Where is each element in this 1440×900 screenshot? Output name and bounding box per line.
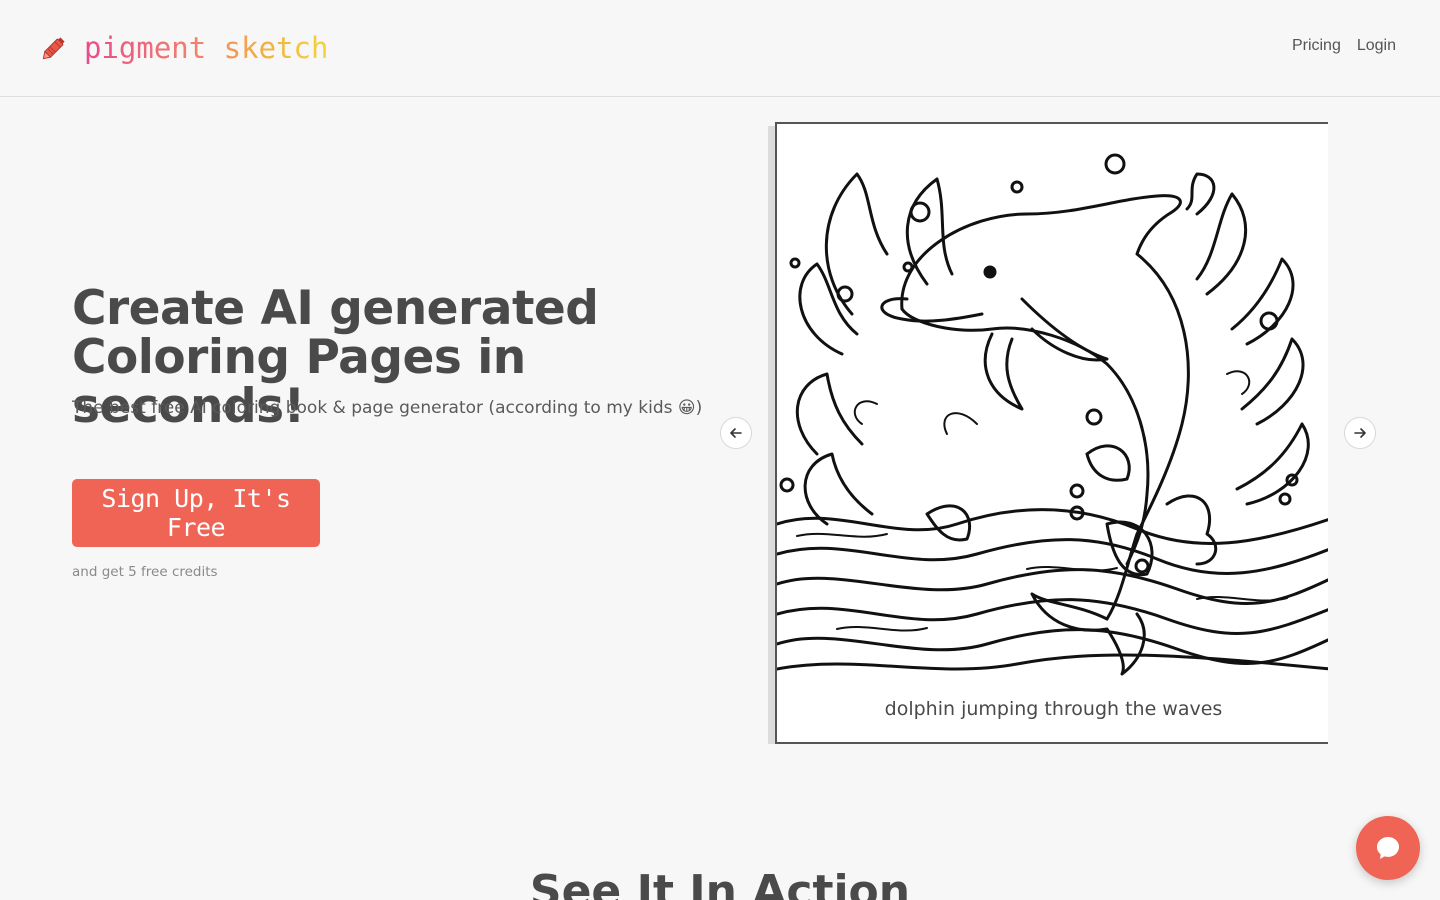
hero-title-line2: Coloring Pages in seconds! — [72, 330, 526, 434]
logo-link[interactable]: pigment sketch — [38, 28, 328, 68]
top-nav: Pricing Login — [1292, 37, 1396, 55]
chat-bubble-icon — [1377, 837, 1399, 859]
arrow-left-icon — [730, 428, 742, 438]
nav-pricing-link[interactable]: Pricing — [1292, 37, 1341, 55]
hero-subtitle: The best free AI coloring book & page ge… — [72, 398, 703, 418]
nav-login-link[interactable]: Login — [1357, 37, 1396, 55]
coloring-page-image — [777, 124, 1328, 680]
section-title: See It In Action — [529, 866, 911, 900]
carousel-next-button[interactable] — [1344, 417, 1376, 449]
hero-title-line1: Create AI generated — [72, 281, 599, 336]
carousel-prev-button[interactable] — [720, 417, 752, 449]
coloring-page-card: dolphin jumping through the waves — [775, 122, 1328, 744]
signup-button[interactable]: Sign Up, It's Free — [72, 479, 320, 547]
site-header: pigment sketch Pricing Login — [0, 0, 1440, 97]
brand-name: pigment sketch — [84, 31, 329, 65]
coloring-page-caption: dolphin jumping through the waves — [884, 698, 1223, 720]
chat-button[interactable] — [1356, 816, 1420, 880]
crayon-icon — [38, 32, 70, 64]
free-credits-note: and get 5 free credits — [72, 564, 218, 580]
arrow-right-icon — [1354, 428, 1366, 438]
